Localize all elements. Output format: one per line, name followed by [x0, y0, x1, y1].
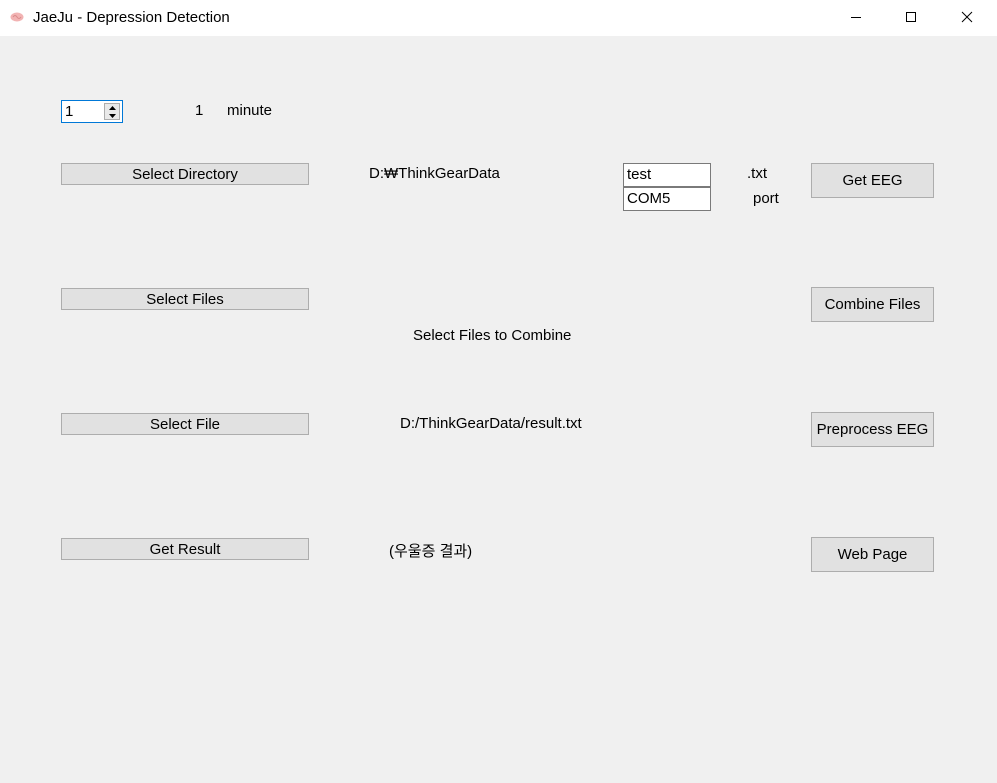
duration-spinner[interactable]: 1 — [61, 100, 123, 123]
minimize-button[interactable] — [833, 0, 879, 34]
combine-files-button[interactable]: Combine Files — [811, 287, 934, 322]
port-label: port — [753, 190, 779, 207]
web-page-button[interactable]: Web Page — [811, 537, 934, 572]
file-path-label: D:/ThinkGearData/result.txt — [400, 415, 582, 432]
get-result-button[interactable]: Get Result — [61, 538, 309, 560]
duration-spinner-value[interactable]: 1 — [65, 102, 73, 121]
get-eeg-button[interactable]: Get EEG — [811, 163, 934, 198]
port-input[interactable]: COM5 — [623, 187, 711, 211]
triangle-up-icon — [108, 105, 116, 110]
maximize-icon — [906, 12, 916, 22]
select-files-button[interactable]: Select Files — [61, 288, 309, 310]
window-title: JaeJu - Depression Detection — [33, 9, 230, 26]
filename-extension-label: .txt — [747, 165, 768, 182]
spinner-buttons — [104, 103, 120, 120]
filename-input[interactable]: test — [623, 163, 711, 187]
select-directory-button[interactable]: Select Directory — [61, 163, 309, 185]
duration-unit-label: minute — [227, 102, 273, 119]
result-label: (우울증 결과) — [389, 543, 473, 560]
select-file-button[interactable]: Select File — [61, 413, 309, 435]
app-window: JaeJu - Depression Detection 1 1 minute … — [0, 0, 997, 783]
duration-display: 1 — [195, 102, 204, 119]
title-bar: JaeJu - Depression Detection — [0, 0, 997, 36]
directory-path-label: D:₩ThinkGearData — [369, 165, 500, 182]
preprocess-eeg-button[interactable]: Preprocess EEG — [811, 412, 934, 447]
close-button[interactable] — [944, 0, 990, 34]
spin-down-button[interactable] — [105, 112, 119, 119]
triangle-down-icon — [108, 113, 116, 118]
brain-icon — [10, 12, 24, 22]
close-icon — [961, 11, 973, 23]
combine-status-label: Select Files to Combine — [413, 327, 572, 344]
minimize-icon — [851, 17, 861, 18]
maximize-button[interactable] — [888, 0, 934, 34]
spin-up-button[interactable] — [105, 104, 119, 111]
